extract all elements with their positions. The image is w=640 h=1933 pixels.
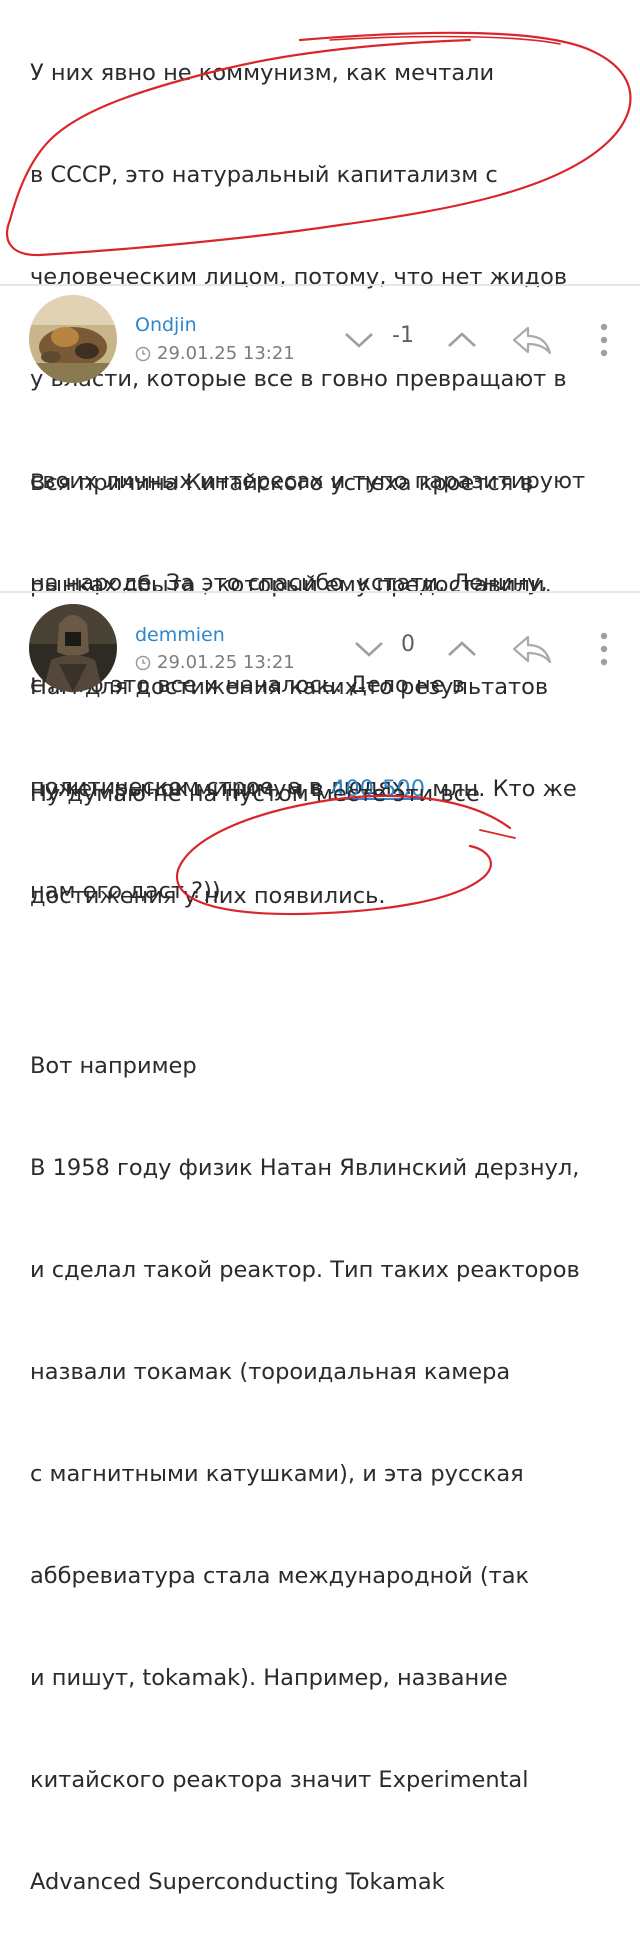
more-vertical-icon [600,632,608,666]
username[interactable]: demmien [135,624,225,646]
text-line: У них явно не коммунизм, как мечтали [30,60,495,86]
avatar[interactable] [29,604,117,692]
comment-divider [0,284,640,286]
avatar[interactable] [29,295,117,383]
username[interactable]: Ondjin [135,314,197,336]
text-line: достижения у них появились. [30,883,386,909]
reply-button[interactable] [508,322,556,358]
date-text: 29.01.25 13:21 [157,652,295,673]
text-line: Ну думаю не на пустом месте эти все [30,781,480,807]
reply-button[interactable] [508,631,556,667]
more-options-button[interactable] [592,629,616,669]
text-line: рынках сбыта , который ему предоставили. [30,572,552,598]
vote-down-button[interactable] [340,325,378,355]
text-line: аббревиатура стала международной (так [30,1563,530,1589]
text-line: В 1958 году физик Натан Явлинский дерзну… [30,1155,580,1181]
text-line: Нам для достижения каких-то результатов [30,674,549,700]
comment-score: 0 [401,632,415,657]
chevron-down-icon [355,642,383,657]
vote-down-button[interactable] [350,634,388,664]
text-line: Вся причина Китайского успеха кроется в [30,470,534,496]
text-line: Вот например [30,1053,197,1079]
text-line: Advanced Superconducting Tokamak [30,1869,445,1895]
text-line: у власти, которые все в говно превращают… [30,366,567,392]
comment-date: 29.01.25 13:21 [135,343,295,364]
chevron-down-icon [345,333,373,348]
text-line: в СССР, это натуральный капитализм с [30,162,498,188]
text-line: и пишут, tokamak). Например, название [30,1665,508,1691]
comment-body: Ну думаю не на пустом месте эти все дост… [30,709,615,1933]
reply-arrow-icon [512,635,552,664]
clock-icon [135,346,151,362]
vote-up-button[interactable] [443,325,481,355]
date-text: 29.01.25 13:21 [157,343,295,364]
text-line: назвали токамак (тороидальная камера [30,1359,511,1385]
chevron-up-icon [448,332,476,347]
comment-score: -1 [392,323,414,348]
reply-arrow-icon [512,326,552,355]
more-vertical-icon [600,323,608,357]
text-line: китайского реактора значит Experimental [30,1767,529,1793]
text-line: человеческим лицом, потому, что нет жидо… [30,264,568,290]
clock-icon [135,655,151,671]
comment-divider [0,591,640,593]
text-line: с магнитными катушками), и эта русская [30,1461,524,1487]
chevron-up-icon [448,641,476,656]
comment-date: 29.01.25 13:21 [135,652,295,673]
vote-up-button[interactable] [443,634,481,664]
more-options-button[interactable] [592,320,616,360]
text-line: и сделал такой реактор. Тип таких реакто… [30,1257,580,1283]
